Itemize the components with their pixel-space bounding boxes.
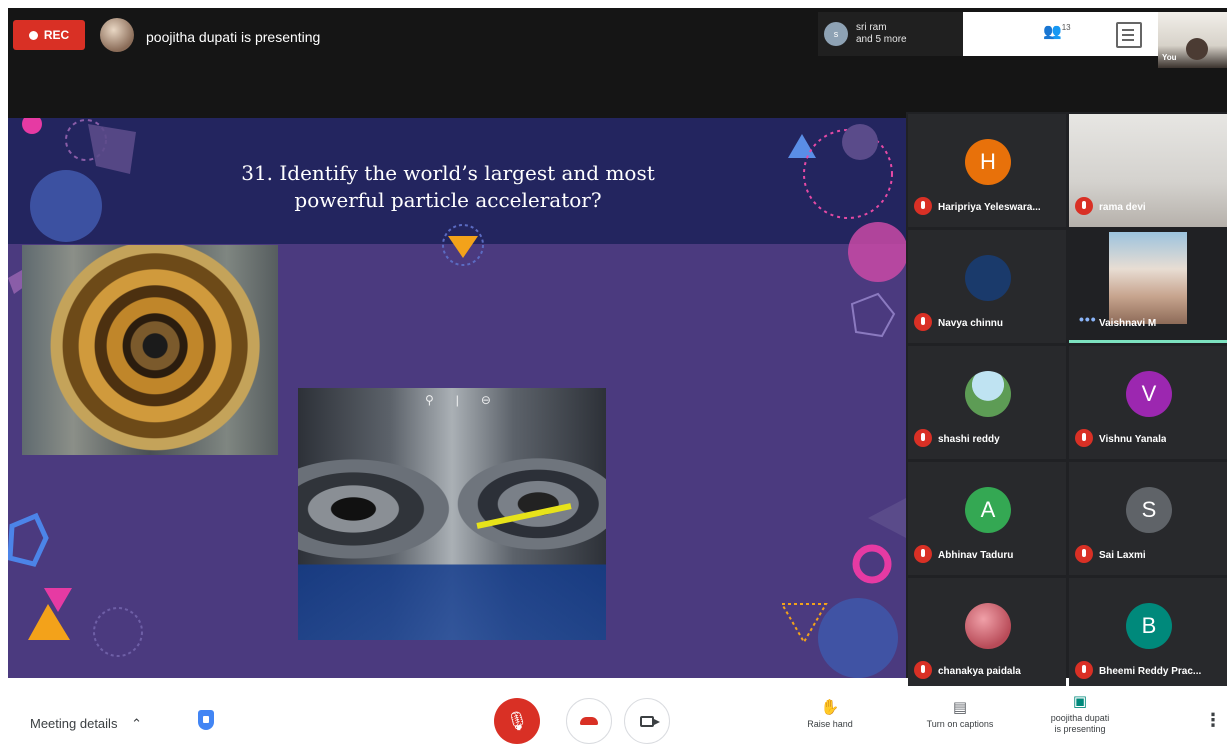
raise-hand-label: Raise hand — [807, 719, 853, 729]
participant-avatar: B — [1126, 603, 1172, 649]
speaker-name: sri ram — [856, 22, 887, 33]
meeting-details-label: Meeting details — [30, 716, 118, 731]
participants-button[interactable]: 👥13 — [1043, 22, 1083, 48]
participant-tile[interactable]: chanakya paidala — [908, 578, 1066, 691]
self-view-tile[interactable]: You — [1158, 12, 1227, 68]
present-label-line1: poojitha dupati — [1050, 713, 1110, 723]
presenter-avatar — [100, 18, 134, 52]
mic-off-icon — [1075, 429, 1093, 447]
mic-off-icon — [914, 661, 932, 679]
present-icon: ▣ — [1072, 693, 1088, 710]
minimize-icon[interactable]: ⊖ — [481, 393, 491, 407]
mic-off-icon: 🎙 — [505, 710, 529, 731]
presenting-status: poojitha dupati is presenting — [146, 29, 321, 45]
leave-call-button[interactable] — [566, 698, 612, 744]
participant-name: rama devi — [1099, 202, 1146, 213]
hand-icon: ✋ — [820, 699, 840, 716]
participant-video — [1109, 232, 1187, 324]
participant-name: Navya chinnu — [938, 318, 1004, 329]
participant-avatar — [965, 603, 1011, 649]
participant-grid: H Haripriya Yeleswara... rama devi Navya… — [906, 112, 1227, 691]
participant-tile[interactable]: shashi reddy — [908, 346, 1066, 459]
participant-tile[interactable]: B Bheemi Reddy Prac... — [1069, 578, 1227, 691]
bottom-control-bar: Meeting details ⌃ 🎙 ✋ Raise hand ▤ Turn … — [0, 686, 1227, 751]
accelerator-image-1 — [22, 245, 278, 455]
participant-name: chanakya paidala — [938, 666, 1021, 677]
record-dot-icon — [28, 30, 38, 40]
participant-tile[interactable]: V Vishnu Yanala — [1069, 346, 1227, 459]
captions-icon: ▤ — [952, 699, 968, 716]
slide-question: 31. Identify the world’s largest and mos… — [241, 161, 655, 212]
active-speaker-bar — [1069, 340, 1227, 343]
recording-badge: REC — [13, 20, 85, 50]
participant-avatar: H — [965, 139, 1011, 185]
mic-off-icon — [914, 429, 932, 447]
participant-avatar: A — [965, 487, 1011, 533]
mic-off-icon — [914, 545, 932, 563]
participant-avatar: V — [1126, 371, 1172, 417]
chevron-up-icon: ⌃ — [131, 716, 142, 731]
participant-name: Vaishnavi M — [1099, 318, 1157, 329]
participant-name: Vishnu Yanala — [1099, 434, 1167, 445]
mic-off-icon — [1075, 545, 1093, 563]
speaking-indicator-icon: ••• — [1079, 311, 1097, 327]
pin-icon[interactable]: ⚲ — [425, 393, 434, 407]
participant-name: Haripriya Yeleswara... — [938, 202, 1041, 213]
participant-avatar — [965, 255, 1011, 301]
captions-label: Turn on captions — [926, 719, 994, 729]
accelerator-image-2 — [298, 388, 606, 640]
mic-off-icon — [1075, 197, 1093, 215]
meeting-details-button[interactable]: Meeting details ⌃ — [30, 716, 142, 732]
top-bar: REC poojitha dupati is presenting s sri … — [8, 8, 1227, 118]
self-label: You — [1162, 53, 1177, 62]
participant-tile[interactable]: A Abhinav Taduru — [908, 462, 1066, 575]
participant-avatar — [965, 371, 1011, 417]
participant-tile[interactable]: Navya chinnu — [908, 230, 1066, 343]
self-video-head — [1186, 38, 1208, 60]
divider-icon: | — [455, 393, 459, 407]
meet-window: REC poojitha dupati is presenting s sri … — [0, 0, 1227, 751]
present-now-button[interactable]: ▣ poojitha dupati is presenting — [1040, 693, 1120, 735]
speaker-more: and 5 more — [856, 34, 907, 45]
participant-name: shashi reddy — [938, 434, 1000, 445]
speaker-avatar: s — [824, 22, 848, 46]
raise-hand-button[interactable]: ✋ Raise hand — [800, 699, 860, 730]
active-speakers-chip[interactable]: s sri ram and 5 more — [818, 12, 963, 56]
participant-name: Abhinav Taduru — [938, 550, 1014, 561]
participant-name: Bheemi Reddy Prac... — [1099, 666, 1202, 677]
camera-icon — [640, 715, 660, 727]
shield-lock-icon[interactable] — [198, 710, 214, 730]
participant-tile[interactable]: ••• Vaishnavi M — [1069, 230, 1227, 343]
people-icon: 👥 — [1043, 23, 1062, 40]
present-label-line2: is presenting — [1054, 724, 1106, 734]
participant-avatar: S — [1126, 487, 1172, 533]
chat-button[interactable] — [1116, 22, 1142, 48]
recording-label: REC — [43, 28, 70, 42]
participant-name: Sai Laxmi — [1099, 550, 1146, 561]
mic-off-icon — [914, 197, 932, 215]
more-options-icon[interactable]: ⋮ — [1204, 710, 1222, 731]
presentation-slide: 31. Identify the world’s largest and mos… — [8, 118, 906, 678]
participant-tile[interactable]: rama devi — [1069, 114, 1227, 227]
people-count: 13 — [1061, 23, 1071, 32]
participant-tile[interactable]: H Haripriya Yeleswara... — [908, 114, 1066, 227]
captions-button[interactable]: ▤ Turn on captions — [920, 699, 1000, 730]
image-toolbar: ⚲ | ⊖ — [408, 390, 508, 410]
microphone-toggle-button[interactable]: 🎙 — [494, 698, 540, 744]
hangup-icon — [580, 717, 598, 725]
camera-toggle-button[interactable] — [624, 698, 670, 744]
participant-tile[interactable]: S Sai Laxmi — [1069, 462, 1227, 575]
mic-off-icon — [914, 313, 932, 331]
mic-off-icon — [1075, 661, 1093, 679]
